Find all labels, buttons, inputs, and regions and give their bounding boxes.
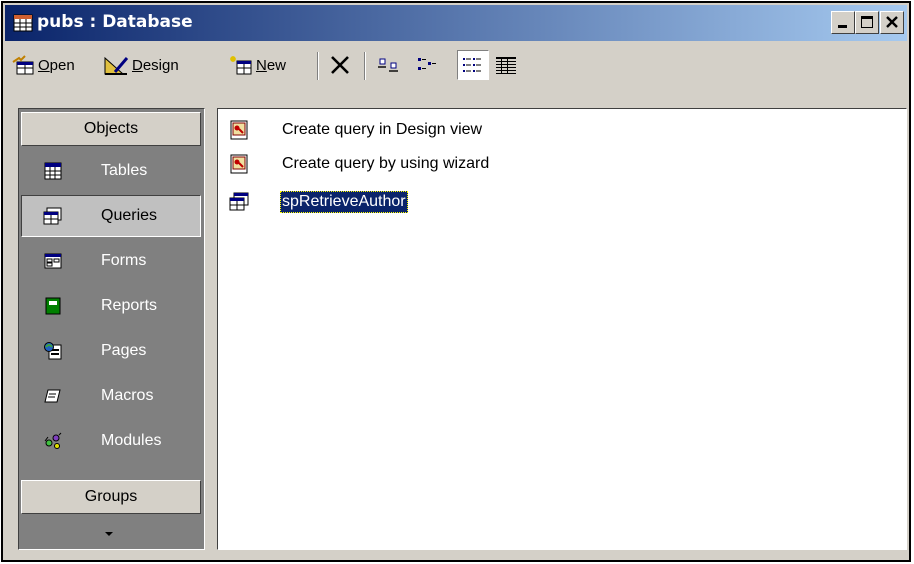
window-title: pubs : Database bbox=[37, 12, 193, 32]
small-icons-icon bbox=[418, 58, 436, 70]
minimize-icon bbox=[838, 25, 847, 28]
design-label-key: D bbox=[132, 56, 143, 74]
query-icon bbox=[43, 207, 62, 225]
new-label-key: N bbox=[256, 56, 267, 74]
stored-procedure-icon bbox=[229, 192, 249, 211]
sidebar-item-modules[interactable]: Modules bbox=[21, 420, 201, 462]
new-object-icon bbox=[230, 56, 252, 75]
sidebar-item-label: Forms bbox=[101, 252, 147, 269]
list-view-icon bbox=[462, 58, 481, 72]
sidebar-item-queries[interactable]: Queries bbox=[21, 195, 201, 237]
toolbar: Open Design New bbox=[5, 44, 907, 88]
design-icon bbox=[104, 56, 129, 75]
sidebar-item-label: Macros bbox=[101, 387, 154, 404]
maximize-icon bbox=[861, 16, 873, 28]
sidebar-item-forms[interactable]: Forms bbox=[21, 240, 201, 282]
report-icon bbox=[45, 297, 61, 315]
objects-bar: Objects Tables Queries Forms Reports Pag… bbox=[18, 108, 205, 550]
sidebar-item-label: Pages bbox=[101, 342, 147, 359]
sidebar-item-label: Queries bbox=[101, 207, 158, 224]
design-label-rest: esign bbox=[142, 56, 179, 74]
page-icon bbox=[44, 342, 62, 360]
toolbar-separator bbox=[364, 52, 366, 80]
title-bar[interactable]: pubs : Database bbox=[5, 5, 907, 41]
sidebar-item-macros[interactable]: Macros bbox=[21, 375, 201, 417]
wizard-key-icon bbox=[230, 154, 248, 174]
new-button[interactable]: New bbox=[227, 50, 286, 80]
details-view-button[interactable] bbox=[494, 50, 521, 80]
toolbar-separator bbox=[317, 52, 319, 80]
details-view-icon bbox=[496, 57, 516, 74]
object-list: Create query in Design view Create query… bbox=[217, 108, 907, 550]
list-view-button[interactable] bbox=[457, 50, 489, 80]
sidebar-item-tables[interactable]: Tables bbox=[21, 150, 201, 192]
delete-button[interactable] bbox=[328, 50, 355, 80]
objects-header-button[interactable]: Objects bbox=[21, 112, 201, 146]
delete-x-icon bbox=[331, 56, 349, 74]
list-item-label: Create query by using wizard bbox=[282, 155, 490, 172]
sidebar-item-pages[interactable]: Pages bbox=[21, 330, 201, 372]
database-window-icon bbox=[13, 14, 33, 32]
sidebar-item-label: Modules bbox=[101, 432, 162, 449]
module-icon bbox=[44, 432, 62, 449]
form-icon bbox=[44, 253, 62, 269]
open-query-icon bbox=[12, 55, 34, 75]
new-label-rest: ew bbox=[266, 56, 287, 74]
macro-icon bbox=[44, 389, 61, 403]
sidebar-item-reports[interactable]: Reports bbox=[21, 285, 201, 327]
chevron-down-icon[interactable] bbox=[103, 530, 115, 538]
open-label-rest: pen bbox=[49, 56, 75, 74]
wizard-key-icon bbox=[230, 120, 248, 140]
list-item-label: Create query in Design view bbox=[282, 121, 483, 138]
close-icon bbox=[886, 16, 898, 28]
open-button[interactable]: Open bbox=[11, 50, 75, 80]
sidebar-item-label: Tables bbox=[101, 162, 148, 179]
design-button[interactable]: Design bbox=[103, 50, 179, 80]
large-icons-icon bbox=[378, 58, 398, 72]
maximize-button[interactable] bbox=[855, 11, 879, 34]
list-item-label: spRetrieveAuthor bbox=[280, 191, 408, 213]
table-icon bbox=[44, 162, 62, 180]
open-label-key: O bbox=[38, 56, 50, 74]
sidebar-item-label: Reports bbox=[101, 297, 158, 314]
minimize-button[interactable] bbox=[831, 11, 855, 34]
groups-header-button[interactable]: Groups bbox=[21, 480, 201, 514]
database-window: pubs : Database Open Design N ew Objects… bbox=[1, 1, 911, 562]
small-icons-button[interactable] bbox=[415, 50, 442, 80]
large-icons-button[interactable] bbox=[377, 50, 404, 80]
close-button[interactable] bbox=[880, 11, 904, 34]
